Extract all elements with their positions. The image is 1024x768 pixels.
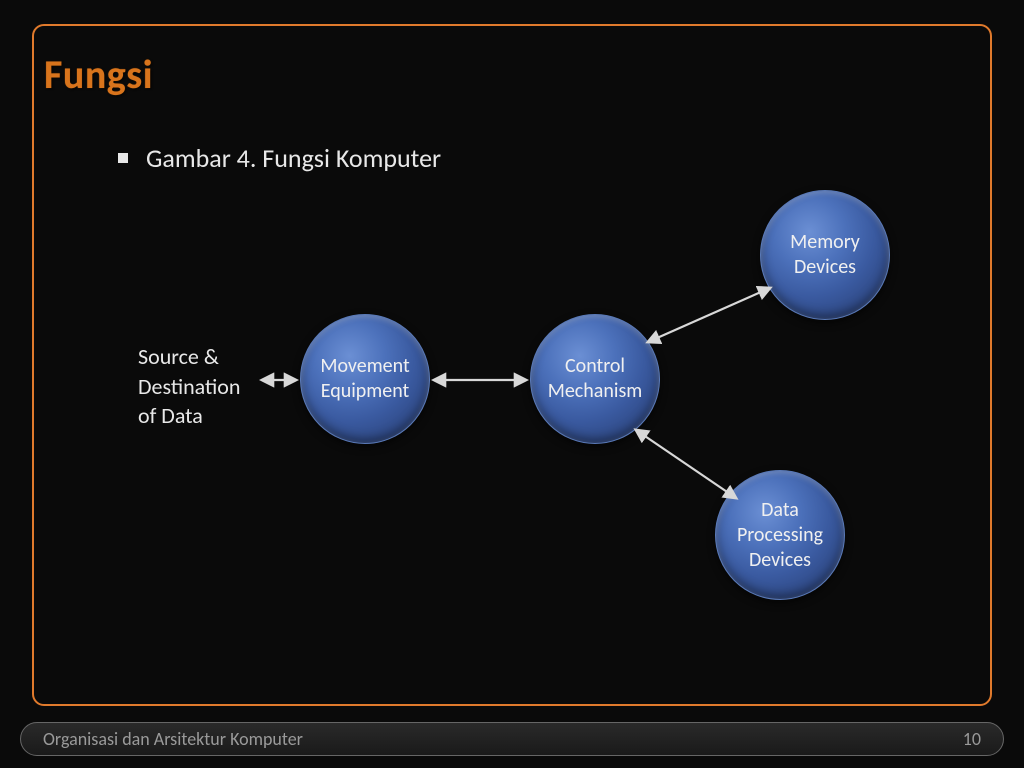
node-label: Data Processing Devices xyxy=(737,498,823,573)
node-label: Control Mechanism xyxy=(548,354,643,404)
node-label: Memory Devices xyxy=(790,230,860,280)
node-movement-equipment: Movement Equipment xyxy=(300,314,430,444)
node-control-mechanism: Control Mechanism xyxy=(530,314,660,444)
arrow-control-memory xyxy=(648,288,770,342)
arrow-control-processing xyxy=(636,430,736,498)
footer-text: Organisasi dan Arsitektur Komputer xyxy=(43,728,303,750)
page-number: 10 xyxy=(963,728,981,750)
node-label: Movement Equipment xyxy=(320,354,409,404)
source-destination-label: Source & Destination of Data xyxy=(138,342,240,431)
node-memory-devices: Memory Devices xyxy=(760,190,890,320)
node-data-processing-devices: Data Processing Devices xyxy=(715,470,845,600)
diagram-container: Source & Destination of Data Movement Eq… xyxy=(0,0,1024,768)
footer-bar: Organisasi dan Arsitektur Komputer 10 xyxy=(20,722,1004,756)
